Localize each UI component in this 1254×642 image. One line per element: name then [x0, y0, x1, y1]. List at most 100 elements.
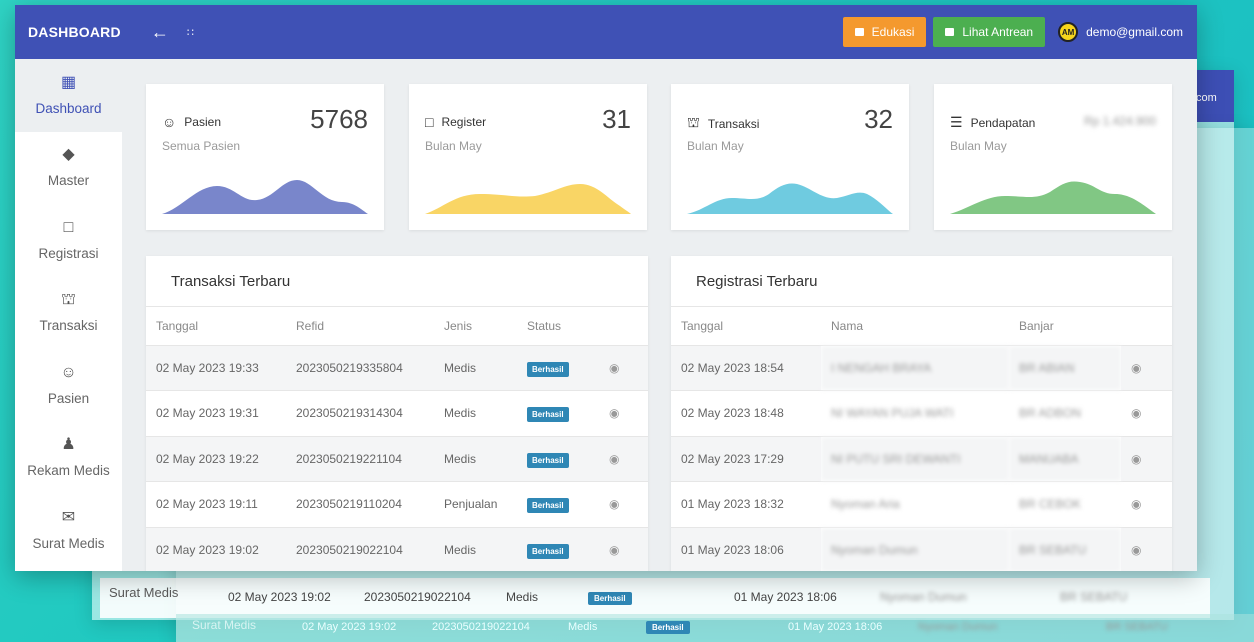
background-badge: Berhasil	[588, 590, 632, 605]
stat-value: 5768	[310, 104, 368, 134]
lihat-antrean-label: Lihat Antrean	[962, 25, 1034, 39]
stat-subtitle: Bulan May	[425, 139, 482, 153]
stat-title-text: Register	[441, 115, 487, 129]
eye-icon[interactable]: ◉	[1131, 361, 1141, 375]
layers-icon: ◆	[62, 146, 75, 164]
stat-card-pendapatan[interactable]: ☰ Pendapatan Bulan May Rp 1.424.900	[934, 84, 1172, 230]
sidebar-item-surat-medis[interactable]: ✉ Surat Medis	[15, 494, 122, 567]
stat-title-text: Pendapatan	[970, 115, 1036, 130]
action-cell: ◉	[1121, 527, 1172, 571]
sidebar-item-dashboard[interactable]: ▦ Dashboard	[15, 59, 122, 132]
sidebar-item-registrasi[interactable]: □ Registrasi	[15, 204, 122, 277]
eye-icon[interactable]: ◉	[609, 543, 619, 557]
card-title: Transaksi Terbaru	[146, 256, 648, 307]
action-cell: ◉	[1121, 481, 1172, 528]
status-badge: Berhasil	[527, 407, 569, 423]
column-header: Jenis	[434, 307, 517, 346]
action-cell: ◉	[599, 481, 648, 528]
stat-title-text: Transaksi	[707, 116, 760, 131]
card-title: Registrasi Terbaru	[671, 256, 1172, 307]
sidebar-item-label: Transaksi	[39, 318, 98, 334]
status-badge: Berhasil	[527, 452, 569, 468]
transaksi-terbaru-card: Transaksi Terbaru Tanggal Refid Jenis St…	[146, 256, 648, 571]
cell-jenis: Penjualan	[434, 481, 517, 528]
edukasi-button[interactable]: Edukasi	[842, 17, 927, 47]
background-cell: BR SEBATU	[1106, 621, 1168, 633]
dots-icon[interactable]: ∷	[187, 26, 194, 39]
column-header-actions	[1121, 307, 1172, 346]
status-cell: Berhasil	[517, 345, 599, 391]
action-cell: ◉	[599, 436, 648, 482]
stat-value: 32	[864, 104, 893, 134]
brand-title[interactable]: DASHBOARD	[28, 24, 121, 40]
cell-tanggal: 02 May 2023 19:02	[146, 527, 286, 571]
eye-icon[interactable]: ◉	[609, 406, 619, 420]
action-cell: ◉	[599, 390, 648, 437]
sidebar-item-label: Rekam Medis	[27, 463, 110, 479]
sidebar-item-transaksi[interactable]: ⛫ Transaksi	[15, 277, 122, 350]
table-row[interactable]: 02 May 2023 19:33 2023050219335804 Medis…	[146, 345, 648, 391]
column-header: Tanggal	[671, 307, 821, 346]
background-row-2: 02 May 2023 19:02 2023050219022104 Medis…	[176, 614, 1254, 642]
status-cell: Berhasil	[517, 436, 599, 482]
cell-nama: I NENGAH BRAYA	[821, 345, 1009, 391]
cell-nama: Nyoman Dumun	[821, 527, 1009, 571]
eye-icon[interactable]: ◉	[1131, 497, 1141, 511]
background-badge: Berhasil	[646, 621, 690, 634]
face-icon: ☺	[162, 114, 177, 130]
table-row[interactable]: 02 May 2023 19:31 2023050219314304 Medis…	[146, 390, 648, 437]
eye-icon[interactable]: ◉	[1131, 543, 1141, 557]
list-icon	[945, 28, 955, 36]
table-row[interactable]: 02 May 2023 19:02 2023050219022104 Medis…	[146, 527, 648, 571]
status-badge: Berhasil	[527, 498, 569, 514]
sidebar-item-label: Registrasi	[38, 245, 99, 261]
cell-tanggal: 02 May 2023 19:33	[146, 345, 286, 391]
cell-refid: 2023050219335804	[286, 345, 434, 391]
lihat-antrean-button[interactable]: Lihat Antrean	[933, 17, 1046, 47]
cell-refid: 2023050219110204	[286, 481, 434, 528]
eye-icon[interactable]: ◉	[1131, 406, 1141, 420]
table-row[interactable]: 02 May 2023 17:29 NI PUTU SRI DEWANTI MA…	[671, 436, 1172, 482]
sidebar-item-master[interactable]: ◆ Master	[15, 132, 122, 205]
sparkline-pasien	[162, 180, 368, 214]
column-header: Banjar	[1009, 307, 1121, 346]
avatar[interactable]: AM	[1058, 22, 1079, 42]
arrow-left-icon[interactable]: ←	[151, 22, 169, 43]
sparkline-pendapatan	[950, 181, 1156, 214]
user-email[interactable]: demo@gmail.com	[1086, 25, 1183, 39]
cell-tanggal: 02 May 2023 19:31	[146, 390, 286, 437]
background-cell: Nyoman Dumun	[880, 590, 967, 604]
column-header: Nama	[821, 307, 1009, 346]
cart-icon: ⛫	[687, 114, 700, 130]
table-row[interactable]: 01 May 2023 18:32 Nyoman Aria BR CEBOK ◉	[671, 481, 1172, 528]
eye-icon[interactable]: ◉	[609, 452, 619, 466]
stat-subtitle: Bulan May	[687, 139, 744, 153]
stat-card-pasien[interactable]: ☺ Pasien Semua Pasien 5768	[146, 84, 384, 230]
background-row: 02 May 2023 19:02 2023050219022104 Medis…	[100, 578, 1210, 618]
column-header: Refid	[286, 307, 434, 346]
sidebar-item-pasien[interactable]: ☺ Pasien	[15, 349, 122, 422]
table-row[interactable]: 02 May 2023 18:48 NI WAYAN PUJA WATI BR …	[671, 390, 1172, 437]
stat-card-transaksi[interactable]: ⛫ Transaksi Bulan May 32	[671, 84, 909, 230]
eye-icon[interactable]: ◉	[609, 497, 619, 511]
cell-tanggal: 02 May 2023 18:48	[671, 390, 821, 437]
table-row[interactable]: 02 May 2023 19:22 2023050219221104 Medis…	[146, 436, 648, 482]
sidebar-item-rekam-medis[interactable]: ♟ Rekam Medis	[15, 422, 122, 495]
table-header-row: Tanggal Nama Banjar	[671, 307, 1172, 346]
stat-title-text: Pasien	[184, 115, 221, 129]
stat-card-register[interactable]: □ Register Bulan May 31	[409, 84, 647, 230]
table-row[interactable]: 02 May 2023 18:54 I NENGAH BRAYA BR ABIA…	[671, 345, 1172, 391]
eye-icon[interactable]: ◉	[609, 361, 619, 375]
dashboard-window: DASHBOARD ← ∷ Edukasi Lihat Antrean AM d…	[15, 5, 1197, 571]
background-cell: Nyoman Dumun	[918, 621, 998, 633]
action-cell: ◉	[1121, 345, 1172, 391]
table-row[interactable]: 02 May 2023 19:11 2023050219110204 Penju…	[146, 481, 648, 528]
background-sidebar-label: Surat Medis	[109, 585, 179, 600]
cell-jenis: Medis	[434, 345, 517, 391]
sidebar: ▦ Dashboard ◆ Master □ Registrasi ⛫ Tran…	[15, 59, 122, 571]
table-row[interactable]: 01 May 2023 18:06 Nyoman Dumun BR SEBATU…	[671, 527, 1172, 571]
action-cell: ◉	[599, 527, 648, 571]
cart-icon: ⛫	[61, 291, 76, 309]
cell-banjar: BR CEBOK	[1009, 481, 1121, 528]
eye-icon[interactable]: ◉	[1131, 452, 1141, 466]
